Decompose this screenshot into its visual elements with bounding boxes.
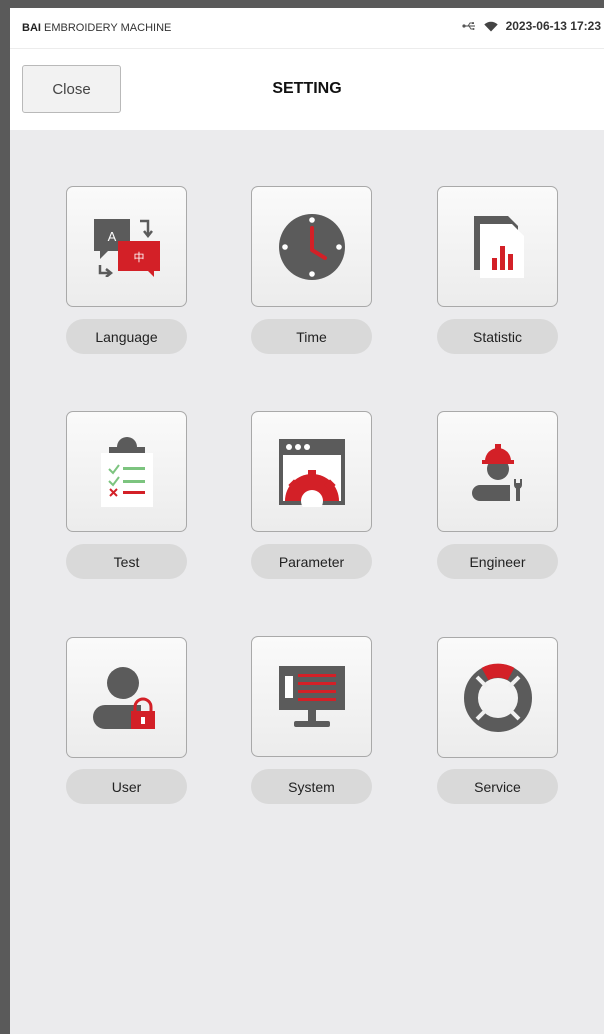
language-tile[interactable]: A 中 [66, 186, 187, 307]
checklist-icon [100, 436, 153, 507]
svg-text:中: 中 [133, 251, 144, 264]
statistic-label[interactable]: Statistic [437, 319, 558, 354]
statistic-tile[interactable] [437, 186, 558, 307]
user-label[interactable]: User [66, 769, 187, 804]
service-label[interactable]: Service [437, 769, 558, 804]
lifebuoy-icon [463, 663, 532, 732]
header-bar: Close SETTING [10, 49, 604, 130]
system-label[interactable]: System [251, 769, 372, 804]
engineer-label[interactable]: Engineer [437, 544, 558, 579]
test-tile[interactable] [66, 411, 187, 532]
brand-name: BAI EMBROIDERY MACHINE [22, 22, 172, 34]
clock-icon [278, 213, 345, 280]
time-label[interactable]: Time [251, 319, 372, 354]
statistic-icon [473, 215, 524, 278]
status-datetime: 2023-06-13 17:23 [505, 19, 601, 33]
user-tile[interactable] [66, 637, 187, 758]
page-title: SETTING [272, 80, 342, 97]
engineer-tile[interactable] [437, 411, 558, 532]
engineer-icon [471, 443, 522, 501]
service-tile[interactable] [437, 637, 558, 758]
svg-text:A: A [107, 229, 116, 244]
parameter-label[interactable]: Parameter [251, 544, 372, 579]
parameter-gear-icon [278, 438, 345, 507]
test-label[interactable]: Test [66, 544, 187, 579]
parameter-tile[interactable] [251, 411, 372, 532]
status-right: 2023-06-13 17:23 [461, 19, 601, 33]
app-frame: BAI EMBROIDERY MACHINE 2023-06-13 17:23 … [10, 8, 604, 1034]
system-tile[interactable] [251, 636, 372, 757]
language-label[interactable]: Language [66, 319, 187, 354]
status-bar: BAI EMBROIDERY MACHINE 2023-06-13 17:23 [10, 8, 604, 49]
system-monitor-icon [278, 665, 345, 727]
wifi-icon [483, 21, 498, 32]
language-icon: A 中 [93, 218, 160, 277]
time-tile[interactable] [251, 186, 372, 307]
usb-icon [461, 21, 476, 31]
user-lock-icon [92, 666, 155, 729]
